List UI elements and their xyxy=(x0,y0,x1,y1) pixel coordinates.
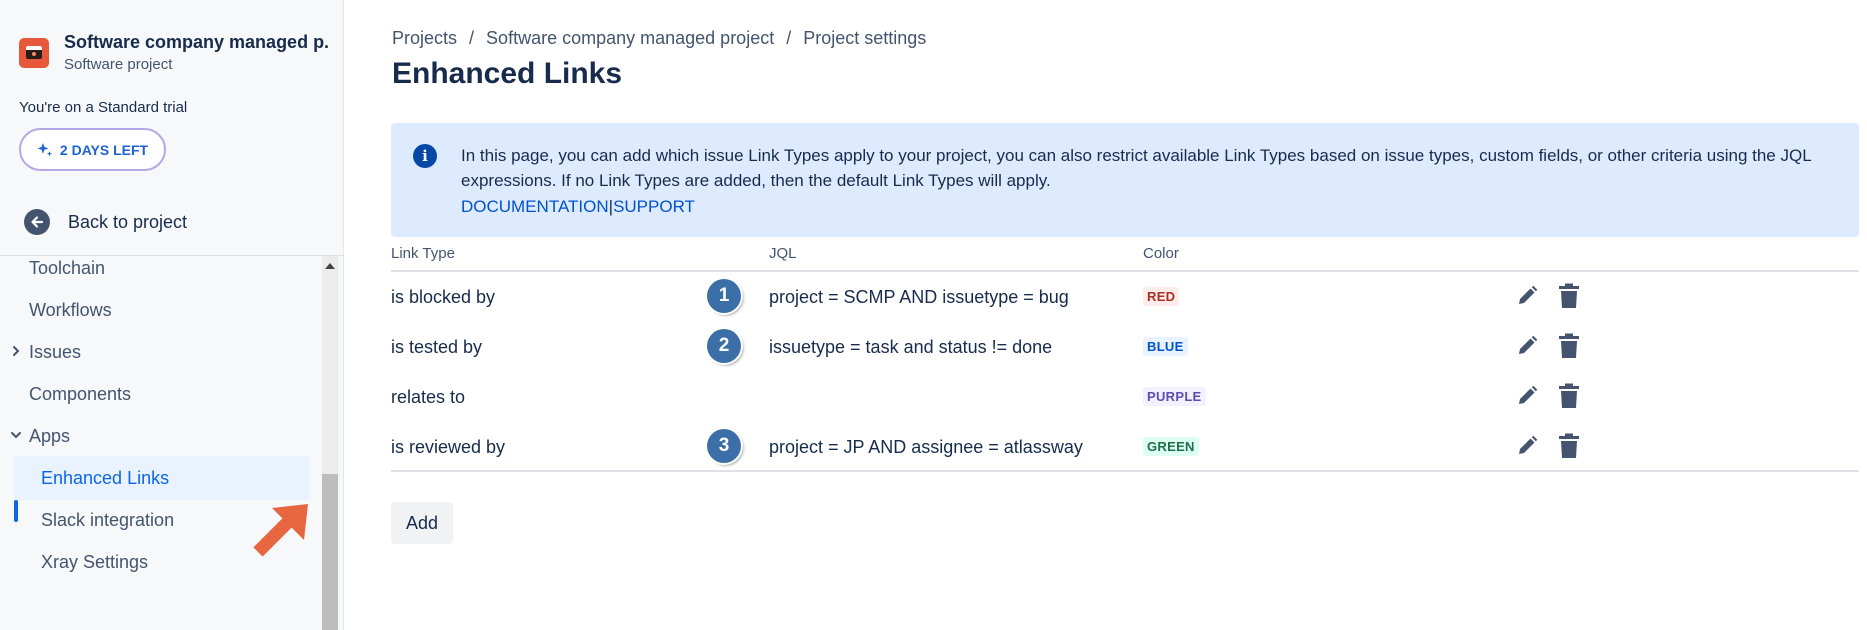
trash-icon[interactable] xyxy=(1557,383,1581,409)
color-lozenge: PURPLE xyxy=(1143,387,1206,406)
sidebar-item-label: Issues xyxy=(29,341,82,362)
trash-icon[interactable] xyxy=(1557,283,1581,309)
scroll-up-arrow-icon[interactable] xyxy=(325,263,335,269)
sidebar: Software company managed p... Software p… xyxy=(0,0,344,630)
jql-cell: issuetype = task and status != done xyxy=(769,337,1053,357)
sidebar-item-label: Workflows xyxy=(29,299,112,320)
link-type-cell: is tested by xyxy=(391,337,483,357)
header-link-type: Link Type xyxy=(391,245,455,262)
link-type-cell: is blocked by xyxy=(391,287,496,307)
sidebar-item-enhanced-links[interactable]: Enhanced Links xyxy=(14,456,310,500)
sidebar-item-apps[interactable]: Apps xyxy=(0,414,310,458)
chevron-right-icon[interactable] xyxy=(10,343,22,359)
arrow-left-icon xyxy=(24,209,50,235)
breadcrumb: Projects / Software company managed proj… xyxy=(392,28,926,49)
chevron-down-icon[interactable] xyxy=(10,427,22,443)
pencil-icon[interactable] xyxy=(1515,334,1539,358)
documentation-link[interactable]: DOCUMENTATION xyxy=(461,197,609,216)
header-color: Color xyxy=(1143,245,1179,262)
annotation-arrow-icon xyxy=(253,504,308,557)
support-link[interactable]: SUPPORT xyxy=(613,197,695,216)
sidebar-item-label: Apps xyxy=(29,425,71,446)
back-to-project-label: Back to project xyxy=(68,211,188,232)
header-jql: JQL xyxy=(769,245,797,262)
sidebar-item-components[interactable]: Components xyxy=(0,372,310,416)
breadcrumb-item-project[interactable]: Software company managed project xyxy=(486,28,774,49)
breadcrumb-item-projects[interactable]: Projects xyxy=(392,28,457,49)
project-header[interactable]: Software company managed p... Software p… xyxy=(19,30,329,73)
breadcrumb-item-settings[interactable]: Project settings xyxy=(803,28,926,49)
info-icon: i xyxy=(413,144,437,168)
sidebar-item-label: Slack integration xyxy=(41,509,175,530)
table-row: relates to PURPLE xyxy=(391,372,1859,422)
breadcrumb-separator: / xyxy=(469,28,475,48)
info-panel: i In this page, you can add which issue … xyxy=(391,123,1859,237)
table-row: is blocked by 1 project = SCMP AND issue… xyxy=(391,272,1859,322)
jql-cell: project = SCMP AND issuetype = bug xyxy=(769,287,1069,307)
back-to-project-link[interactable]: Back to project xyxy=(24,209,187,235)
sidebar-item-label: Toolchain xyxy=(29,257,106,278)
sidebar-scrollbar-thumb[interactable] xyxy=(322,474,338,630)
project-icon xyxy=(19,38,49,68)
trial-days-left-button[interactable]: 2 DAYS LEFT xyxy=(19,128,166,171)
sidebar-nav: Toolchain Workflows Issues Components Ap… xyxy=(0,256,320,630)
table-row: is reviewed by 3 project = JP AND assign… xyxy=(391,422,1859,472)
step-marker: 2 xyxy=(707,329,741,363)
pencil-icon[interactable] xyxy=(1515,284,1539,308)
table-row: is tested by 2 issuetype = task and stat… xyxy=(391,322,1859,372)
project-name: Software company managed p... xyxy=(64,32,329,52)
pencil-icon[interactable] xyxy=(1515,434,1539,458)
table-bottom-divider xyxy=(391,470,1859,472)
color-lozenge: BLUE xyxy=(1143,337,1188,356)
sidebar-item-label: Components xyxy=(29,383,132,404)
add-button[interactable]: Add xyxy=(391,502,453,544)
sparkle-icon xyxy=(37,142,53,156)
sidebar-item-issues[interactable]: Issues xyxy=(0,330,310,374)
trial-button-label: 2 DAYS LEFT xyxy=(59,141,149,158)
page-title: Enhanced Links xyxy=(392,57,623,90)
step-marker: 3 xyxy=(707,429,741,463)
trash-icon[interactable] xyxy=(1557,333,1581,359)
project-type: Software project xyxy=(64,56,173,73)
info-text: In this page, you can add which issue Li… xyxy=(461,146,1812,190)
trial-text: You're on a Standard trial xyxy=(19,99,188,116)
selected-indicator xyxy=(14,500,18,522)
sidebar-item-toolchain[interactable]: Toolchain xyxy=(0,256,310,290)
sidebar-item-workflows[interactable]: Workflows xyxy=(0,288,310,332)
color-lozenge: GREEN xyxy=(1143,437,1199,456)
sidebar-item-label: Enhanced Links xyxy=(41,467,170,488)
link-type-cell: is reviewed by xyxy=(391,437,506,457)
sidebar-item-label: Xray Settings xyxy=(41,551,149,572)
trash-icon[interactable] xyxy=(1557,433,1581,459)
step-marker: 1 xyxy=(707,279,741,313)
jql-cell: project = JP AND assignee = atlassway xyxy=(769,437,1083,457)
color-lozenge: RED xyxy=(1143,287,1180,306)
info-links: DOCUMENTATION|SUPPORT xyxy=(461,194,695,219)
pencil-icon[interactable] xyxy=(1515,384,1539,408)
breadcrumb-separator: / xyxy=(786,28,792,48)
link-type-cell: relates to xyxy=(391,387,466,407)
